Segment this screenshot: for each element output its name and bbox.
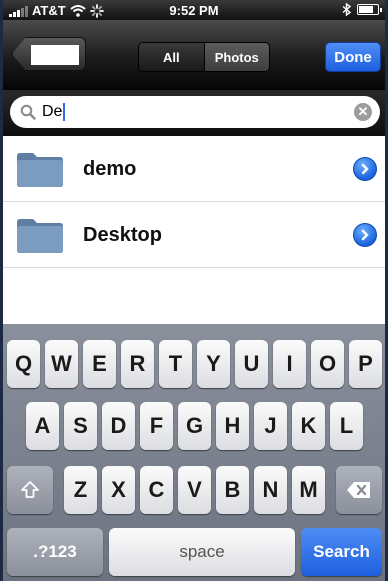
search-icon [20,104,36,120]
clear-icon[interactable]: ✕ [354,103,372,121]
key-m[interactable]: M [292,466,325,514]
folder-icon [17,219,63,253]
delete-icon [347,482,370,498]
key-r[interactable]: R [121,340,154,388]
status-time: 9:52 PM [169,3,219,18]
results-list: demo Desktop [3,136,385,324]
shift-key[interactable] [7,466,53,514]
screen: AT&T 9:52 PM All Photos Done De ✕ demo D… [0,0,388,581]
search-input[interactable]: De ✕ [10,96,380,128]
key-a[interactable]: A [26,402,59,450]
search-value: De [42,102,66,121]
key-p[interactable]: P [349,340,382,388]
bluetooth-icon [342,3,351,16]
numbers-key[interactable]: .?123 [7,528,103,576]
key-w[interactable]: W [45,340,78,388]
keyboard: Q W E R T Y U I O P A S D F G H J K L Z … [3,324,385,581]
key-f[interactable]: F [140,402,173,450]
disclosure-icon[interactable] [353,157,377,181]
search-text: De [42,103,63,121]
space-key[interactable]: space [109,528,295,576]
key-h[interactable]: H [216,402,249,450]
list-item-label: demo [83,158,137,180]
segmented-control: All Photos [138,42,270,72]
folder-icon [17,153,63,187]
list-item[interactable]: demo [3,136,385,202]
key-s[interactable]: S [64,402,97,450]
nav-bar: All Photos Done [3,20,385,90]
back-button-label-redacted [31,45,79,65]
search-key[interactable]: Search [301,528,382,576]
status-right [342,3,382,16]
key-g[interactable]: G [178,402,211,450]
battery-icon [357,4,382,15]
key-u[interactable]: U [235,340,268,388]
delete-key[interactable] [336,466,382,514]
shift-icon [21,481,39,498]
segment-photos[interactable]: Photos [203,43,269,71]
key-i[interactable]: I [273,340,306,388]
key-v[interactable]: V [178,466,211,514]
key-l[interactable]: L [330,402,363,450]
list-item-label: Desktop [83,224,162,246]
status-bar: AT&T 9:52 PM [3,0,385,20]
key-x[interactable]: X [102,466,135,514]
key-y[interactable]: Y [197,340,230,388]
key-q[interactable]: Q [7,340,40,388]
segment-all[interactable]: All [139,43,204,71]
key-e[interactable]: E [83,340,116,388]
key-c[interactable]: C [140,466,173,514]
list-item[interactable]: Desktop [3,202,385,268]
key-k[interactable]: K [292,402,325,450]
key-z[interactable]: Z [64,466,97,514]
key-b[interactable]: B [216,466,249,514]
key-o[interactable]: O [311,340,344,388]
done-button[interactable]: Done [325,42,381,72]
key-d[interactable]: D [102,402,135,450]
back-button[interactable] [12,37,86,71]
text-caret [63,102,66,121]
key-t[interactable]: T [159,340,192,388]
key-j[interactable]: J [254,402,287,450]
key-n[interactable]: N [254,466,287,514]
search-bar: De ✕ [3,90,385,136]
disclosure-icon[interactable] [353,223,377,247]
